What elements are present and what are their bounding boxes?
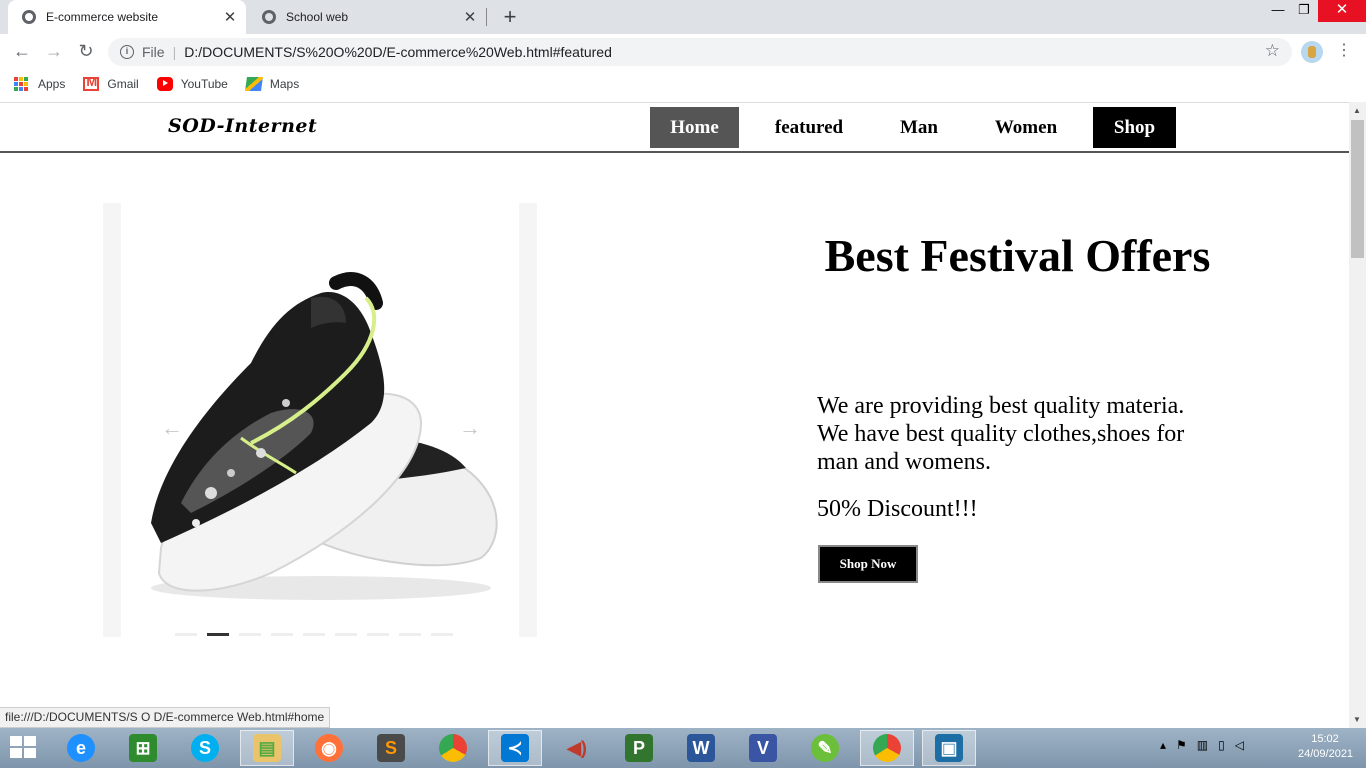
slider-dot[interactable] (239, 633, 261, 636)
window-close-button[interactable]: ✕ (1318, 0, 1366, 22)
nav-featured[interactable]: featured (758, 107, 860, 148)
bookmark-apps[interactable]: Apps (14, 77, 65, 91)
bookmark-label: Gmail (107, 77, 139, 91)
project-icon[interactable]: P (612, 730, 666, 766)
bookmark-maps[interactable]: Maps (244, 77, 300, 91)
clock-time: 15:02 (1311, 733, 1339, 745)
maps-icon (244, 77, 263, 91)
site-logo[interactable]: SOD-Internet (168, 115, 317, 137)
site-header: SOD-Internet Home featured Man Women Sho… (0, 103, 1349, 153)
nav-women[interactable]: Women (978, 107, 1074, 148)
skype-icon[interactable]: S (178, 730, 232, 766)
slider-dot[interactable] (335, 633, 357, 636)
new-tab-button[interactable]: + (498, 4, 522, 30)
youtube-icon (156, 77, 173, 91)
address-url[interactable]: D:/DOCUMENTS/S%20O%20D/E-commerce%20Web.… (184, 44, 612, 60)
address-bar[interactable]: i File | D:/DOCUMENTS/S%20O%20D/E-commer… (108, 38, 1292, 66)
menu-kebab-icon[interactable]: ⋮ (1336, 42, 1352, 60)
chrome-active-icon[interactable] (860, 730, 914, 766)
slider-dots (175, 633, 453, 636)
battery-icon[interactable]: ▯ (1218, 738, 1225, 752)
profile-avatar[interactable] (1301, 41, 1323, 63)
scrollbar-thumb[interactable] (1351, 120, 1364, 258)
tab-divider (486, 8, 487, 26)
close-icon[interactable]: ✕ (220, 8, 240, 26)
photos-icon[interactable]: ▣ (922, 730, 976, 766)
offer-title: Best Festival Offers (824, 230, 1211, 281)
bookmark-star-icon[interactable]: ☆ (1265, 41, 1280, 61)
firefox-icon[interactable]: ◉ (302, 730, 356, 766)
forward-button[interactable]: → (42, 40, 66, 64)
page-viewport: SOD-Internet Home featured Man Women Sho… (0, 102, 1349, 728)
nav-shop[interactable]: Shop (1093, 107, 1176, 148)
globe-icon (262, 10, 276, 24)
tab-title: E-commerce website (46, 10, 159, 24)
address-divider: | (172, 44, 177, 60)
close-icon[interactable]: ✕ (460, 8, 480, 26)
nav-home[interactable]: Home (650, 107, 739, 148)
bookmark-label: Maps (269, 77, 300, 91)
tab-school-web[interactable]: School web ✕ (248, 0, 486, 34)
reload-button[interactable]: ↻ (74, 40, 98, 64)
offer-description: We are providing best quality materia. W… (817, 393, 1185, 475)
slider-dot[interactable] (399, 633, 421, 636)
scroll-up-icon[interactable]: ▲ (1353, 106, 1361, 115)
tab-ecommerce[interactable]: E-commerce website ✕ (8, 0, 246, 34)
sublime-text-icon[interactable]: S (364, 730, 418, 766)
page-scrollbar[interactable]: ▲ ▼ (1349, 102, 1366, 728)
file-explorer-icon[interactable]: ▤ (240, 730, 294, 766)
slider-dot[interactable] (303, 633, 325, 636)
browser-toolbar: ← → ↻ i File | D:/DOCUMENTS/S%20O%20D/E-… (0, 34, 1366, 70)
status-bar-url: file:///D:/DOCUMENTS/S O D/E-commerce We… (0, 707, 331, 728)
internet-explorer-icon[interactable]: e (54, 730, 108, 766)
bookmarks-bar: Apps Gmail YouTube Maps (0, 70, 1366, 98)
vscode-icon[interactable]: ≺ (488, 730, 542, 766)
bookmark-youtube[interactable]: YouTube (156, 77, 228, 91)
nav-man[interactable]: Man (884, 107, 954, 148)
system-tray: ▴ ⚑ ▥ ▯ ◁ (1160, 738, 1244, 752)
bookmark-label: Apps (38, 77, 66, 91)
speaker-icon[interactable]: ◁ (1235, 738, 1244, 752)
scroll-down-icon[interactable]: ▼ (1353, 715, 1361, 724)
minimize-button[interactable]: — (1264, 0, 1292, 22)
slider-dot-active[interactable] (207, 633, 229, 636)
volume-icon[interactable]: ◀) (550, 730, 604, 766)
globe-icon (22, 10, 36, 24)
tab-title: School web (286, 10, 349, 24)
windows-start-icon[interactable] (10, 736, 38, 760)
slider-dot[interactable] (175, 633, 197, 636)
slider-prev-arrow[interactable]: ← (161, 415, 183, 441)
product-slider: ← → (103, 203, 537, 637)
restore-button[interactable]: ❐ (1290, 0, 1318, 22)
clock-date: 24/09/2021 (1298, 748, 1354, 760)
gmail-icon (83, 74, 100, 91)
chrome-icon[interactable] (426, 730, 480, 766)
tab-strip: E-commerce website ✕ School web ✕ + — ❐ … (0, 0, 1366, 34)
windows-taskbar: e ⊞ S ▤ ◉ S ≺ ◀) P W V ✎ ▣ ▴ ⚑ ▥ ▯ ◁ 15:… (0, 728, 1366, 768)
bookmark-label: YouTube (180, 77, 228, 91)
offer-discount: 50% Discount!!! (817, 496, 978, 522)
slider-dot[interactable] (271, 633, 293, 636)
apps-grid-icon (14, 77, 30, 91)
shop-now-button[interactable]: Shop Now (818, 545, 918, 583)
network-icon[interactable]: ▥ (1197, 738, 1208, 752)
back-button[interactable]: ← (10, 40, 34, 64)
word-icon[interactable]: W (674, 730, 728, 766)
tray-up-icon[interactable]: ▴ (1160, 738, 1166, 752)
info-icon[interactable]: i (120, 45, 134, 59)
bookmark-gmail[interactable]: Gmail (83, 74, 139, 91)
taskbar-clock[interactable]: 15:02 24/09/2021 (1298, 732, 1354, 762)
store-icon[interactable]: ⊞ (116, 730, 170, 766)
edit-icon[interactable]: ✎ (798, 730, 852, 766)
flag-icon[interactable]: ⚑ (1176, 738, 1187, 752)
slider-dot[interactable] (431, 633, 453, 636)
slider-dot[interactable] (367, 633, 389, 636)
address-scheme: File (142, 44, 165, 60)
slider-next-arrow[interactable]: → (459, 415, 481, 441)
visio-icon[interactable]: V (736, 730, 790, 766)
